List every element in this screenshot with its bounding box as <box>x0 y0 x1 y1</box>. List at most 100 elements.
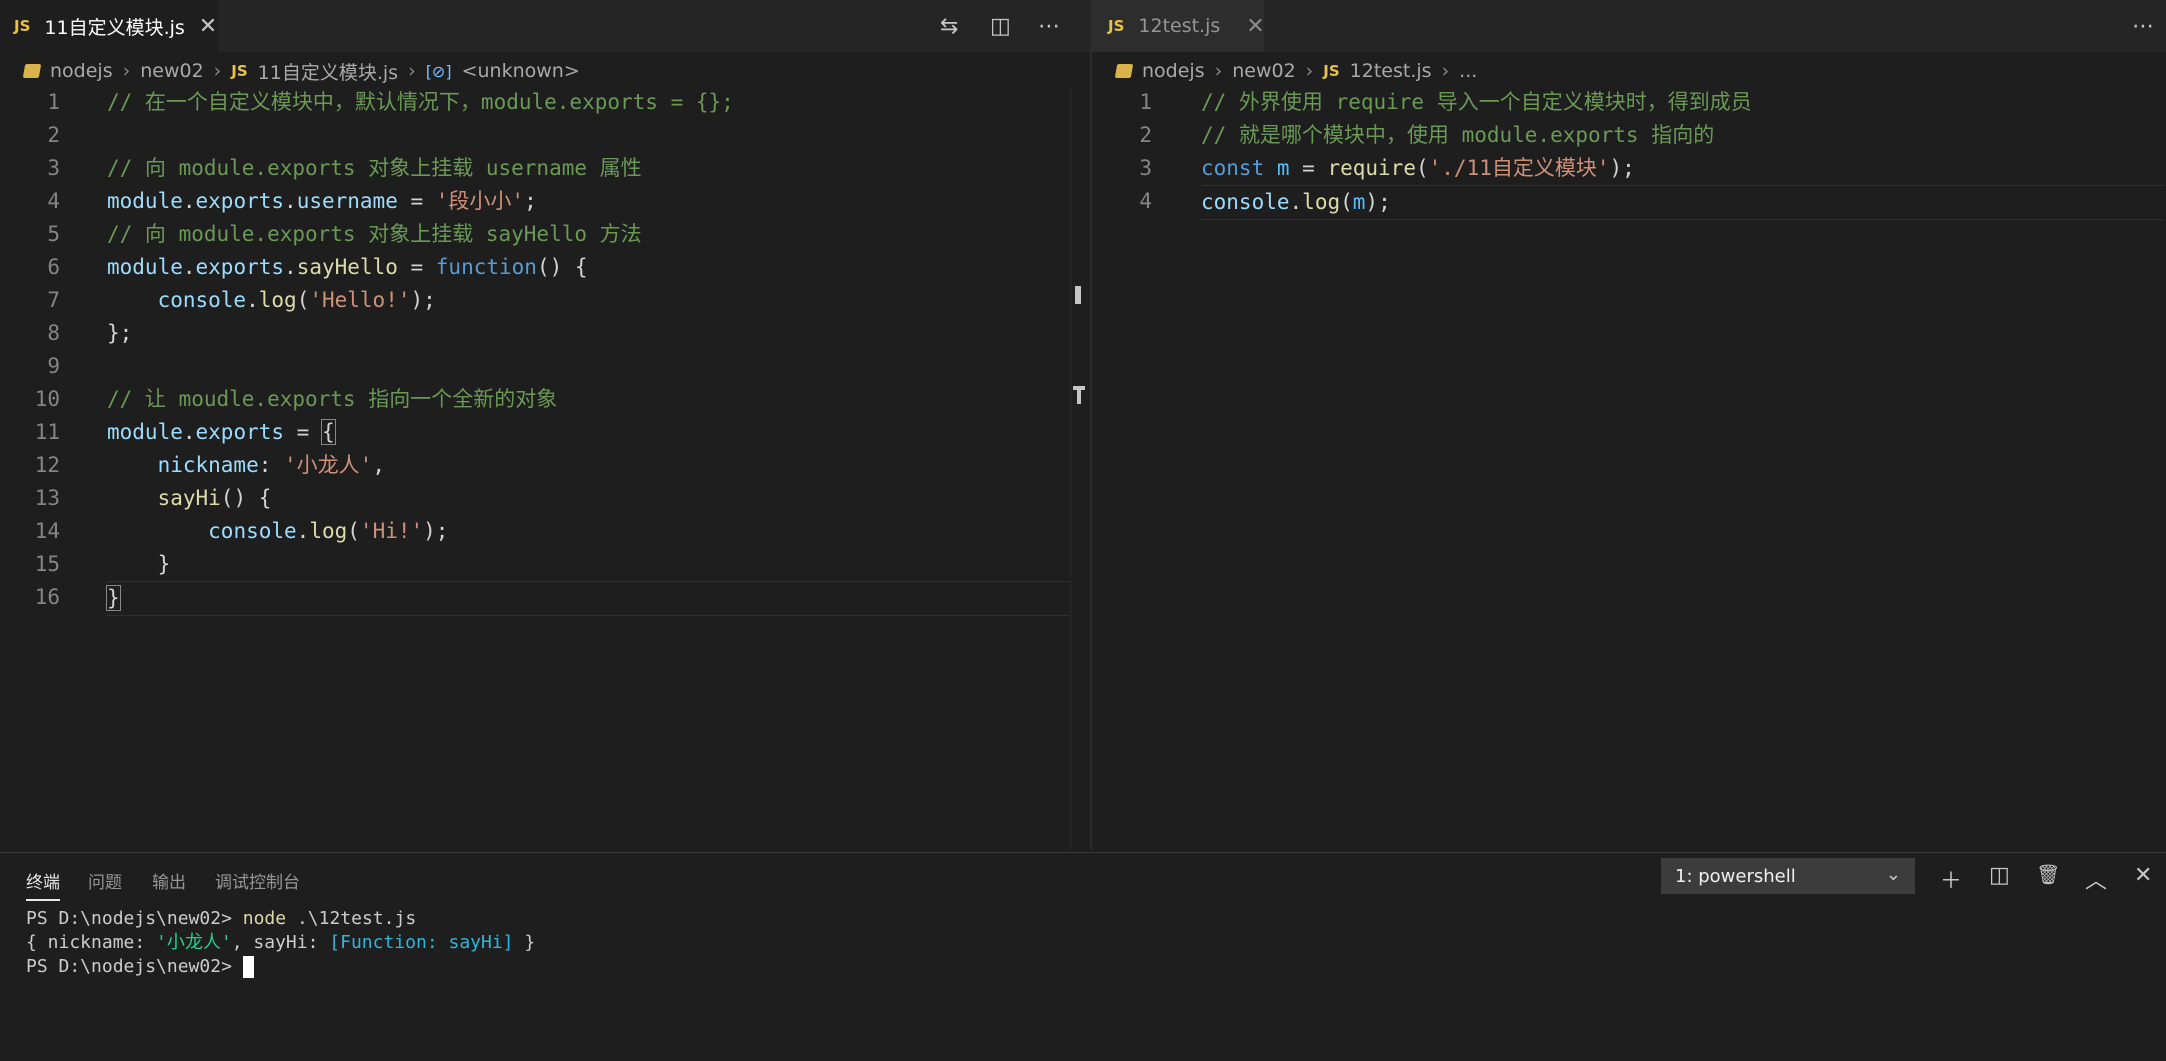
code-line: const m = require('./11自定义模块'); <box>1201 152 1635 185</box>
token: nickname <box>157 453 259 477</box>
terminal-line: { nickname: '小龙人', sayHi: [Function: say… <box>26 931 535 955</box>
tab-label: 11自定义模块.js <box>44 16 185 39</box>
variable-symbol-icon: [⊘] <box>425 61 452 81</box>
token: = <box>397 189 436 213</box>
right-editor[interactable]: 1 2 3 4 // 外界使用 require 导入一个自定义模块时，得到成员 … <box>1092 86 2166 850</box>
split-editor-icon[interactable]: ◫ <box>990 14 1011 39</box>
breadcrumb-file[interactable]: 12test.js <box>1350 60 1432 82</box>
code-line: // 就是哪个模块中，使用 module.exports 指向的 <box>1201 123 1715 147</box>
tab-11-custom-module[interactable]: JS 11自定义模块.js ✕ <box>0 0 218 52</box>
code-line: console.log('Hello!'); <box>107 284 436 317</box>
chevron-up-icon[interactable]: ︿ <box>2085 863 2107 895</box>
js-file-icon: JS <box>1323 62 1340 80</box>
token: module <box>107 420 183 444</box>
code-line: } <box>107 552 171 576</box>
token: . <box>296 519 310 543</box>
code-area[interactable]: // 外界使用 require 导入一个自定义模块时，得到成员 // 就是哪个模… <box>1201 86 2163 850</box>
token: sayHello <box>296 255 398 279</box>
folder-icon <box>22 64 42 78</box>
token: : <box>258 453 285 477</box>
terminal-select[interactable]: 1: powershell ⌄ <box>1661 858 1915 894</box>
breadcrumb-file[interactable]: 11自定义模块.js <box>258 58 398 85</box>
line-number: 7 <box>47 288 60 312</box>
breadcrumb: nodejs › new02 › JS 12test.js › ... <box>1114 56 1477 86</box>
chevron-right-icon: › <box>213 60 222 82</box>
left-editor[interactable]: 1 2 3 4 5 6 7 8 9 10 11 12 13 14 15 16 /… <box>0 86 1090 850</box>
line-number: 1 <box>1139 90 1152 114</box>
token: . <box>182 420 196 444</box>
line-number-gutter: 1 2 3 4 <box>1092 86 1162 226</box>
token: ( <box>296 288 310 312</box>
bracket-match: } <box>106 585 121 611</box>
minimap-scrollbar[interactable] <box>1070 88 1089 850</box>
code-line: // 外界使用 require 导入一个自定义模块时，得到成员 <box>1201 90 1752 114</box>
code-line: // 向 module.exports 对象上挂载 username 属性 <box>107 156 642 180</box>
terminal-line[interactable]: PS D:\nodejs\new02> <box>26 955 254 979</box>
line-number: 5 <box>47 222 60 246</box>
scroll-marker <box>1075 286 1081 304</box>
token: = <box>284 420 322 444</box>
close-panel-icon[interactable]: ✕ <box>2134 863 2152 888</box>
output-token: [Function: sayHi] <box>329 932 514 953</box>
more-actions-icon[interactable]: ⋯ <box>2132 14 2154 39</box>
output-token: '小龙人' <box>156 932 232 953</box>
token: () { <box>220 486 272 510</box>
token: function <box>435 255 537 279</box>
right-tab-bar: JS 12test.js ✕ ⋯ <box>1092 0 2166 52</box>
token: console <box>1201 190 1290 214</box>
output-token: { nickname: <box>26 932 157 953</box>
new-terminal-icon[interactable]: ＋ <box>1940 863 1962 895</box>
line-number: 9 <box>47 354 60 378</box>
token: . <box>284 189 297 213</box>
token: = <box>1289 156 1328 180</box>
close-icon[interactable]: ✕ <box>1246 14 1264 39</box>
token: '小龙人' <box>284 453 373 477</box>
token: . <box>1289 190 1303 214</box>
trash-icon[interactable]: 🗑 <box>2036 863 2060 886</box>
token: ); <box>1365 190 1391 214</box>
line-number: 2 <box>47 123 60 147</box>
js-file-icon: JS <box>14 17 31 35</box>
breadcrumb-ellipsis[interactable]: ... <box>1459 60 1477 82</box>
token: . <box>246 288 259 312</box>
token: log <box>1302 190 1341 214</box>
breadcrumb-subfolder[interactable]: new02 <box>140 60 203 82</box>
bottom-panel: 终端 问题 输出 调试控制台 1: powershell ⌄ ＋ ◫ 🗑 ︿ ✕… <box>0 852 2166 1061</box>
token: './11自定义模块' <box>1428 156 1610 180</box>
tab-output[interactable]: 输出 <box>152 868 186 893</box>
line-number: 3 <box>47 156 60 180</box>
split-terminal-icon[interactable]: ◫ <box>1989 863 2010 888</box>
line-number: 13 <box>34 486 60 510</box>
breadcrumb-symbol[interactable]: <unknown> <box>462 60 580 82</box>
token: . <box>182 189 196 213</box>
close-icon[interactable]: ✕ <box>199 14 217 39</box>
open-changes-icon[interactable]: ⇆ <box>940 14 958 39</box>
tab-problems[interactable]: 问题 <box>88 868 122 893</box>
chevron-down-icon: ⌄ <box>1885 864 1901 885</box>
code-line: module.exports.sayHello = function() { <box>107 251 588 284</box>
code-line-current: console.log(m); <box>1201 185 2163 220</box>
code-area[interactable]: // 在一个自定义模块中，默认情况下，module.exports = {}; … <box>106 86 1087 850</box>
line-number: 8 <box>47 321 60 345</box>
command: node <box>242 908 287 929</box>
chevron-right-icon: › <box>1214 60 1223 82</box>
token: module <box>107 255 183 279</box>
tab-12test[interactable]: JS 12test.js ✕ <box>1092 0 1265 52</box>
breadcrumb-subfolder[interactable]: new02 <box>1232 60 1295 82</box>
breadcrumb-folder[interactable]: nodejs <box>50 60 113 82</box>
line-number: 16 <box>34 585 60 609</box>
token: m <box>1352 190 1366 214</box>
token: ; <box>524 189 537 213</box>
code-line: nickname: '小龙人', <box>107 449 385 482</box>
tab-terminal[interactable]: 终端 <box>26 868 60 901</box>
js-file-icon: JS <box>1108 17 1125 35</box>
more-actions-icon[interactable]: ⋯ <box>1038 14 1060 39</box>
tab-debug-console[interactable]: 调试控制台 <box>215 868 300 893</box>
scroll-marker <box>1077 386 1081 404</box>
breadcrumb-folder[interactable]: nodejs <box>1142 60 1205 82</box>
token: log <box>309 519 348 543</box>
code-line: // 让 moudle.exports 指向一个全新的对象 <box>107 387 558 411</box>
code-line-current: } <box>106 581 1087 616</box>
